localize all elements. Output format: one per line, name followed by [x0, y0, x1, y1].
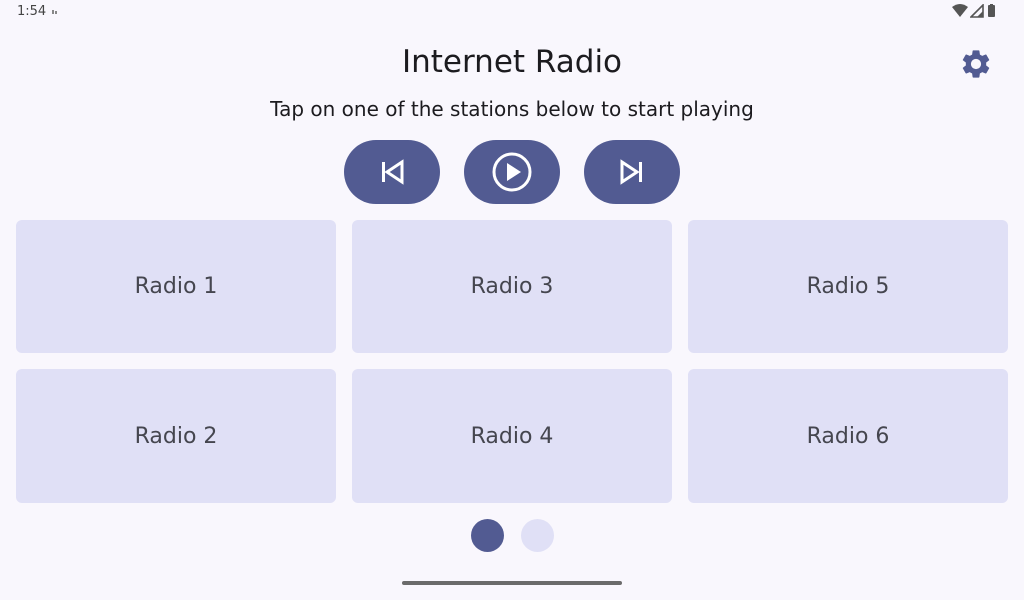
station-grid: Radio 1 Radio 3 Radio 5 Radio 2 Radio 4 … [16, 220, 1008, 503]
skip-previous-icon [382, 159, 404, 185]
play-circle-icon [492, 152, 532, 192]
status-time: 1:54 [17, 4, 47, 19]
notification-icon [52, 10, 57, 14]
wifi-icon [952, 4, 968, 17]
station-tile[interactable]: Radio 4 [352, 369, 672, 503]
gesture-navigation-bar[interactable] [402, 581, 622, 585]
page-dot-1[interactable] [471, 519, 504, 552]
previous-button[interactable] [344, 140, 440, 204]
station-tile[interactable]: Radio 6 [688, 369, 1008, 503]
gear-icon [962, 50, 990, 78]
settings-button[interactable] [956, 44, 996, 84]
play-button[interactable] [464, 140, 560, 204]
page-indicator [471, 519, 554, 552]
page-title: Internet Radio [401, 44, 623, 80]
status-icons [952, 4, 996, 18]
station-tile[interactable]: Radio 3 [352, 220, 672, 353]
page-dot-2[interactable] [521, 519, 554, 552]
playback-controls [344, 140, 680, 204]
station-tile[interactable]: Radio 5 [688, 220, 1008, 353]
instructions-text: Tap on one of the stations below to star… [270, 97, 754, 121]
status-bar: 1:54 [0, 0, 1024, 24]
signal-icon [970, 4, 984, 18]
battery-icon [988, 4, 995, 17]
station-tile[interactable]: Radio 2 [16, 369, 336, 503]
station-tile[interactable]: Radio 1 [16, 220, 336, 353]
skip-next-icon [620, 159, 642, 185]
next-button[interactable] [584, 140, 680, 204]
